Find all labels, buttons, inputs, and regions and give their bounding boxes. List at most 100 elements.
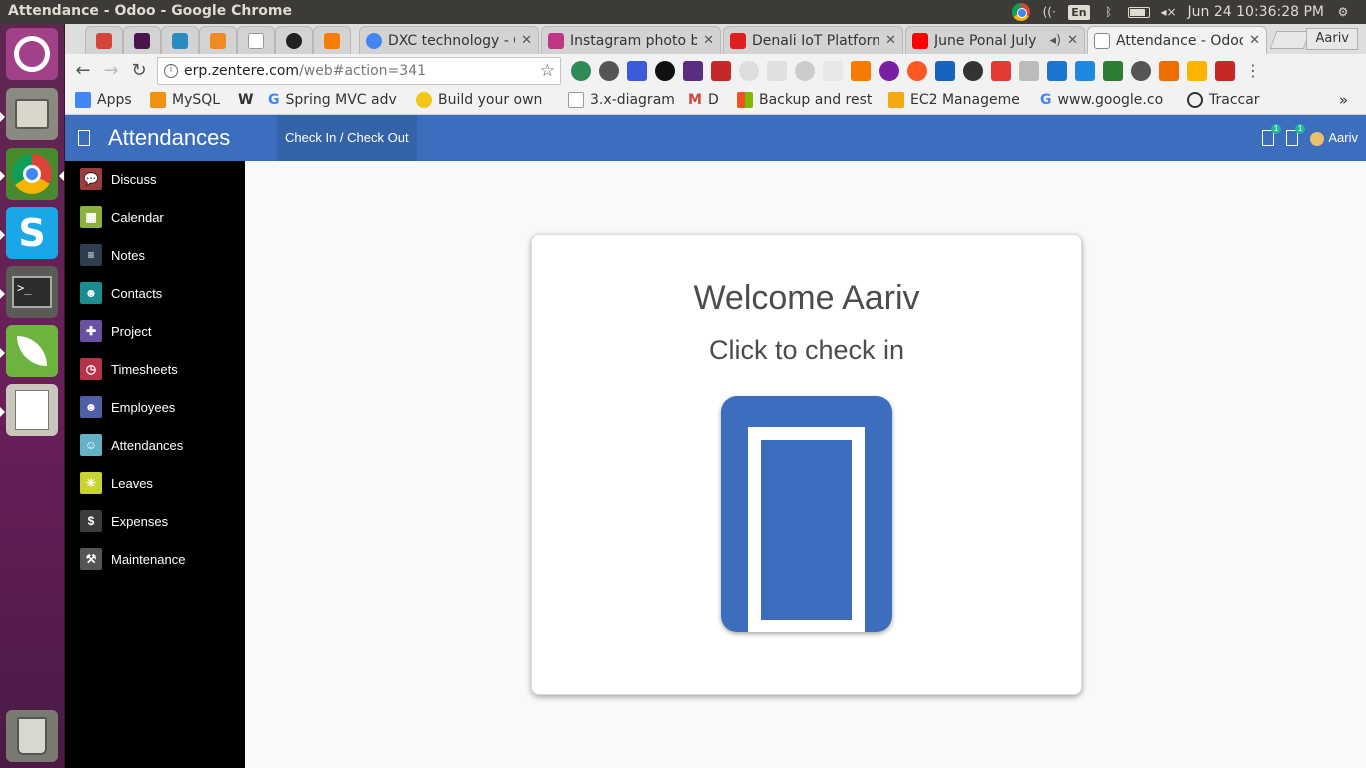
extension-icon[interactable] (683, 61, 703, 81)
leaves-sun-icon: ☀ (80, 472, 102, 494)
extension-icon[interactable] (599, 61, 619, 81)
browser-tab[interactable] (199, 26, 237, 54)
close-tab-icon[interactable]: ✕ (1249, 33, 1260, 48)
back-arrow-icon[interactable]: ← (72, 60, 94, 82)
extension-icon[interactable] (767, 61, 787, 81)
battery-icon[interactable] (1127, 6, 1150, 18)
extension-icon[interactable] (1019, 61, 1039, 81)
bookmark-google[interactable]: Gwww.google.co (1040, 92, 1163, 108)
close-tab-icon[interactable]: ✕ (885, 33, 896, 48)
spring-tool-launcher[interactable] (6, 325, 58, 377)
app-switcher-icon[interactable] (78, 130, 90, 146)
files-launcher[interactable] (6, 88, 58, 140)
bluetooth-icon[interactable]: ᛒ (1100, 5, 1118, 19)
keyboard-language[interactable]: En (1068, 4, 1090, 20)
reload-icon[interactable]: ↻ (128, 60, 150, 82)
browser-tab-active[interactable]: Attendance - Odoo ✕ (1087, 26, 1267, 54)
trash-launcher[interactable] (6, 710, 58, 762)
extension-icon[interactable] (991, 61, 1011, 81)
browser-tab[interactable] (161, 26, 199, 54)
text-editor-launcher[interactable] (6, 384, 58, 436)
extension-icon[interactable] (963, 61, 983, 81)
sidebar-item-label: Timesheets (111, 361, 178, 377)
chrome-launcher[interactable] (6, 148, 58, 200)
extension-icon[interactable] (711, 61, 731, 81)
ubuntu-dash-button[interactable] (6, 28, 58, 80)
sidebar-item-timesheets[interactable]: ◷ Timesheets (80, 358, 178, 380)
browser-tab[interactable]: Instagram photo b ✕ (541, 26, 721, 54)
site-info-icon[interactable]: i (164, 64, 178, 78)
browser-tab[interactable]: Denali IoT Platform ✕ (723, 26, 903, 54)
sidebar-item-expenses[interactable]: $ Expenses (80, 510, 168, 532)
close-tab-icon[interactable]: ✕ (521, 33, 532, 48)
bookmark-ec2[interactable]: EC2 Manageme (888, 92, 1020, 108)
activity-icon[interactable]: 1 (1262, 124, 1282, 146)
sidebar-item-contacts[interactable]: ☻ Contacts (80, 282, 162, 304)
bookmark-spring-mvc[interactable]: G Spring MVC adv (268, 92, 397, 108)
extension-icon[interactable] (1131, 61, 1151, 81)
extension-icon[interactable] (627, 61, 647, 81)
address-bar[interactable]: i erp.zentere.com/web#action=341 ☆ (157, 57, 561, 85)
close-tab-icon[interactable]: ✕ (703, 33, 714, 48)
extension-icon[interactable] (851, 61, 871, 81)
extension-icon[interactable] (907, 61, 927, 81)
wifi-icon[interactable]: ((· (1040, 5, 1058, 19)
extension-icon[interactable] (1075, 61, 1095, 81)
messages-icon[interactable]: 1 (1286, 124, 1306, 146)
user-menu[interactable]: Aariv (1310, 130, 1358, 146)
trash-icon (17, 717, 47, 755)
volume-icon[interactable]: ◂× (1160, 5, 1178, 19)
extension-icon[interactable] (655, 61, 675, 81)
new-tab-button[interactable] (1269, 31, 1311, 49)
sidebar-item-calendar[interactable]: ▦ Calendar (80, 206, 164, 228)
sidebar-item-maintenance[interactable]: ⚒ Maintenance (80, 548, 185, 570)
bookmark-wikipedia[interactable]: W (238, 92, 253, 108)
chrome-tray-icon[interactable] (1012, 3, 1031, 21)
bookmark-traccar[interactable]: Traccar (1187, 92, 1260, 108)
browser-tab[interactable]: DXC technology - G ✕ (359, 26, 539, 54)
menu-check-in-out[interactable]: Check In / Check Out (277, 115, 417, 161)
extension-icon[interactable] (1159, 61, 1179, 81)
power-gear-icon[interactable]: ⚙ (1334, 5, 1352, 19)
system-clock[interactable]: Jun 24 10:36:28 PM (1188, 4, 1324, 20)
chrome-menu-icon[interactable]: ⋮ (1243, 61, 1263, 81)
extension-icon[interactable] (571, 61, 591, 81)
sidebar-item-attendances[interactable]: ☺ Attendances (80, 434, 183, 456)
extension-icon[interactable] (1187, 61, 1207, 81)
check-in-button[interactable] (721, 396, 892, 632)
browser-tab[interactable] (123, 26, 161, 54)
extension-icon[interactable] (739, 61, 759, 81)
extension-icon[interactable] (1047, 61, 1067, 81)
sidebar-item-notes[interactable]: ≡ Notes (80, 244, 145, 266)
profile-button[interactable]: Aariv (1306, 28, 1358, 50)
close-tab-icon[interactable]: ✕ (1067, 33, 1078, 48)
bookmark-backup[interactable]: Backup and rest (737, 92, 872, 108)
sidebar-item-discuss[interactable]: 💬 Discuss (80, 168, 157, 190)
browser-tab[interactable] (237, 26, 275, 54)
browser-tab[interactable] (275, 26, 313, 54)
app-title[interactable]: Attendances (108, 125, 230, 151)
sidebar-item-leaves[interactable]: ☀ Leaves (80, 472, 153, 494)
extension-icon[interactable] (823, 61, 843, 81)
audio-playing-icon[interactable]: ◂) (1049, 33, 1061, 48)
extension-icon[interactable] (879, 61, 899, 81)
bookmark-star-icon[interactable]: ☆ (540, 58, 555, 84)
terminal-launcher[interactable]: >_ (6, 266, 58, 318)
bookmark-apps[interactable]: Apps (75, 92, 132, 108)
browser-tab[interactable] (313, 26, 351, 54)
extension-icon[interactable] (935, 61, 955, 81)
sidebar-item-employees[interactable]: ☻ Employees (80, 396, 175, 418)
browser-tab[interactable] (85, 26, 123, 54)
browser-tab[interactable]: June Ponal July ◂) ✕ (905, 26, 1085, 54)
extension-icon[interactable] (1215, 61, 1235, 81)
bookmark-build-your-own[interactable]: Build your own (416, 92, 542, 108)
extension-icon[interactable] (1103, 61, 1123, 81)
bookmark-3x-diagram[interactable]: 3.x-diagram (568, 92, 675, 108)
bookmark-mysql[interactable]: MySQL (150, 92, 220, 108)
sidebar-item-project[interactable]: ✚ Project (80, 320, 151, 342)
skype-launcher[interactable]: S (6, 207, 58, 259)
bookmark-gmail-d[interactable]: MD (688, 92, 719, 108)
forward-arrow-icon[interactable]: → (100, 60, 122, 82)
extension-icon[interactable] (795, 61, 815, 81)
more-bookmarks-chevron-icon[interactable]: » (1339, 91, 1348, 109)
